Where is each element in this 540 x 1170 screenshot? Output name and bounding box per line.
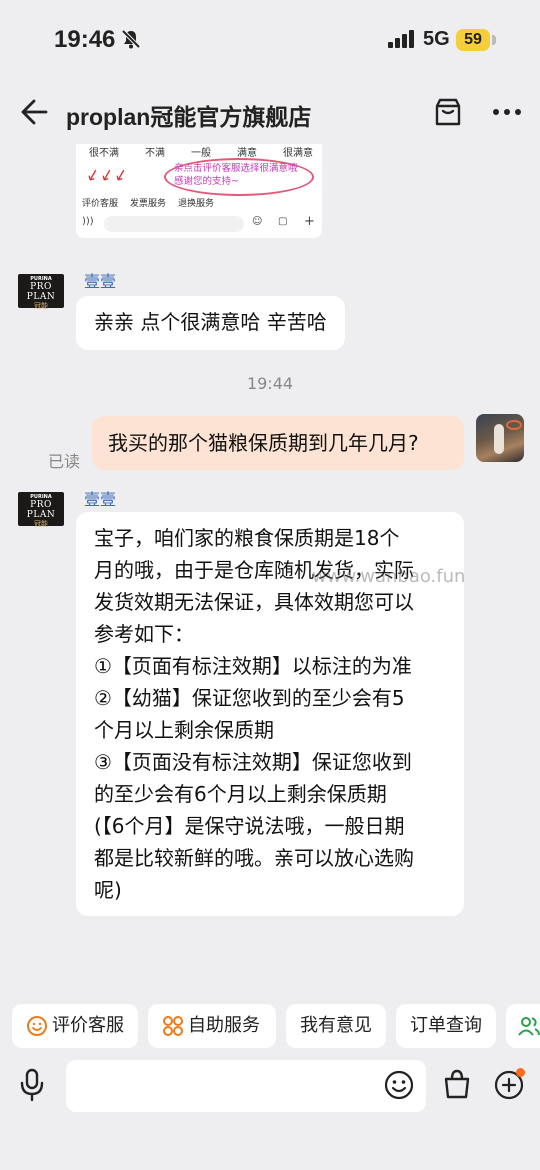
- card-input-preview: ))) ☺ ▢ +: [82, 214, 316, 234]
- message-line: (【6个月】是保守说法哦，一般日期: [94, 814, 405, 838]
- avatar-figure: [494, 424, 504, 454]
- emoji-icon: ☺: [252, 216, 263, 227]
- network-type: 5G: [423, 28, 450, 50]
- rating-label: 满意: [237, 148, 257, 159]
- shop-avatar[interactable]: PURINA PRO PLAN 冠能: [18, 274, 64, 310]
- message-timestamp: 19:44: [246, 374, 294, 393]
- message-line: ①【页面有标注效期】以标注的为准: [94, 654, 412, 678]
- microphone-icon[interactable]: [18, 1068, 46, 1102]
- chip-label: 订单查询: [410, 1015, 482, 1036]
- incoming-message-bubble[interactable]: 宝子，咱们家的粮食保质期是18个 月的哦，由于是仓库随机发货，实际 发货效期无法…: [76, 512, 464, 916]
- message-line: 个月以上剩余保质期: [94, 718, 274, 742]
- shop-avatar[interactable]: PURINA PRO PLAN 冠能: [18, 492, 64, 528]
- message-line: 都是比较新鲜的哦。亲可以放心选购: [94, 846, 414, 870]
- rate-service-chip[interactable]: 评价客服: [12, 1004, 138, 1048]
- quick-action-bar: 评价客服 自助服务 我有意见 订单查询: [0, 1004, 540, 1050]
- page-title: proplan冠能官方旗舰店: [66, 104, 312, 130]
- rating-label: 很满意: [283, 148, 313, 159]
- shopping-bag-icon[interactable]: [442, 1068, 472, 1100]
- self-service-chip[interactable]: 自助服务: [148, 1004, 276, 1048]
- message-line: 呢): [94, 878, 122, 902]
- battery-level: 59: [456, 29, 490, 51]
- rating-labels: 很不满 不满 一般 满意 很满意: [86, 144, 316, 159]
- avatar-hoop: [506, 420, 522, 430]
- card-input-bar: [104, 216, 244, 232]
- store-icon[interactable]: [432, 96, 464, 128]
- message-line: 的至少会有6个月以上剩余保质期: [94, 782, 387, 806]
- voice-icon: ))): [82, 216, 94, 227]
- rating-label: 不满: [145, 148, 165, 159]
- emoji-icon[interactable]: [384, 1070, 414, 1100]
- rating-guide-image: 很不满 不满 一般 满意 很满意 ↓ ↓ ↓ 亲点击评价客服选择很满意哦 感谢您…: [76, 144, 322, 238]
- status-time: 19:46: [54, 26, 116, 53]
- grid-icon: [163, 1016, 183, 1036]
- avatar-brand-cn: 冠能: [34, 302, 48, 310]
- rating-label: 很不满: [89, 148, 119, 159]
- more-icon[interactable]: [490, 96, 524, 128]
- message-line: ②【幼猫】保证您收到的至少会有5: [94, 686, 405, 710]
- order-query-chip[interactable]: 订单查询: [396, 1004, 496, 1048]
- cellular-signal-icon: [388, 30, 414, 48]
- sender-name: 壹壹: [84, 272, 117, 291]
- avatar-brand: PRO PLAN: [26, 282, 56, 302]
- chip-label: 评价客服: [52, 1015, 124, 1036]
- read-status: 已读: [48, 452, 81, 471]
- message-line: 发货效期无法保证，具体效期您可以: [94, 590, 414, 614]
- outgoing-message-bubble[interactable]: 我买的那个猫粮保质期到几年几月?: [92, 416, 464, 470]
- chip-label: 自助服务: [188, 1015, 260, 1036]
- message-line: 宝子，咱们家的粮食保质期是18个: [94, 526, 400, 550]
- input-bar: [0, 1056, 540, 1116]
- more-chip[interactable]: [506, 1004, 540, 1048]
- smile-icon: [27, 1016, 47, 1036]
- feedback-chip[interactable]: 我有意见: [286, 1004, 386, 1048]
- plus-icon: +: [304, 214, 315, 229]
- service-label: 评价客服: [82, 199, 119, 209]
- service-label: 退换服务: [178, 199, 215, 209]
- message-input[interactable]: [66, 1060, 426, 1112]
- bell-muted-icon: [121, 29, 141, 49]
- service-label: 发票服务: [130, 199, 167, 209]
- battery-nub: [492, 35, 496, 45]
- avatar-brand-cn: 冠能: [34, 520, 48, 528]
- message-line: 参考如下：: [94, 622, 194, 646]
- notification-dot: [516, 1068, 525, 1077]
- user-avatar[interactable]: [476, 414, 524, 462]
- sender-name: 壹壹: [84, 490, 117, 509]
- card-service-row: 评价客服 发票服务 退换服务: [82, 196, 214, 209]
- incoming-message-bubble[interactable]: 亲亲 点个很满意哈 辛苦哈: [76, 296, 345, 350]
- status-bar: 19:46 5G 59: [0, 0, 540, 80]
- rating-prompt: 亲点击评价客服选择很满意哦 感谢您的支持~: [174, 163, 298, 187]
- chip-label: 我有意见: [300, 1015, 372, 1036]
- people-icon: [518, 1017, 540, 1036]
- message-text: 亲亲 点个很满意哈 辛苦哈: [94, 310, 327, 334]
- bag-icon: ▢: [278, 216, 288, 227]
- message-text: 我买的那个猫粮保质期到几年几月?: [108, 431, 419, 455]
- avatar-brand: PRO PLAN: [26, 500, 56, 520]
- back-arrow-icon[interactable]: [18, 96, 50, 128]
- rating-label: 一般: [191, 148, 211, 159]
- message-line: 月的哦，由于是仓库随机发货，实际: [94, 558, 414, 582]
- nav-bar: proplan冠能官方旗舰店: [0, 84, 540, 140]
- message-line: ③【页面没有标注效期】保证您收到: [94, 750, 412, 774]
